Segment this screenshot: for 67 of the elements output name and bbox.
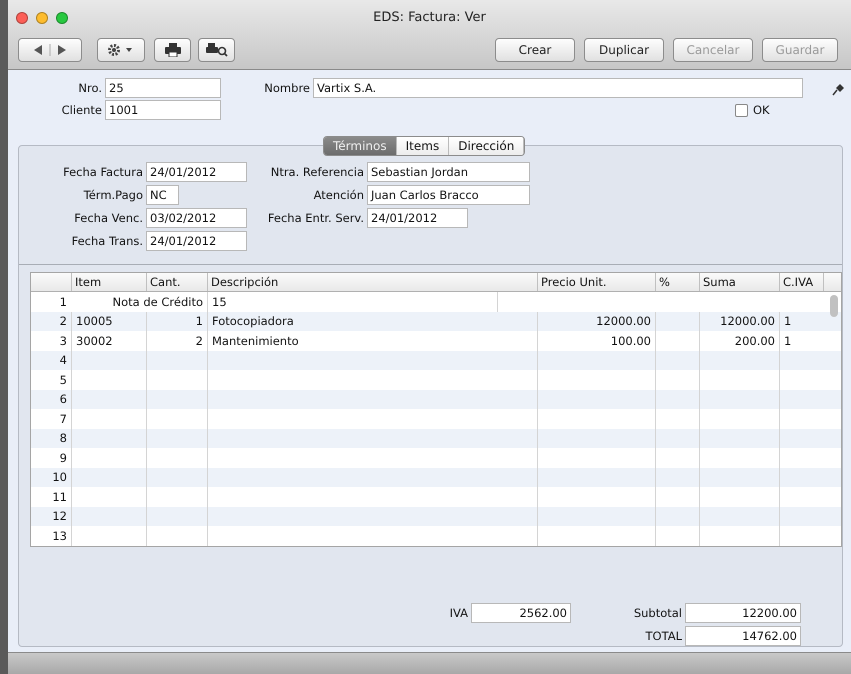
total-field[interactable]: 14762.00 — [685, 626, 801, 646]
field-label: Fecha Venc. — [73, 211, 144, 225]
toolbar-button[interactable]: Duplicar — [584, 38, 664, 62]
field-label: Fecha Entr. Serv. — [266, 211, 365, 225]
number-field[interactable]: 25 — [105, 78, 221, 98]
print-button[interactable] — [154, 38, 191, 62]
field-label: Atención — [312, 188, 365, 202]
row-number: 1 — [58, 294, 68, 311]
column-header[interactable]: Suma — [699, 273, 779, 291]
toolbar-button[interactable]: Crear — [495, 38, 575, 62]
tab[interactable]: Términos — [324, 137, 397, 155]
input-field[interactable]: 24/01/2012 — [367, 208, 468, 228]
row-number: 12 — [51, 508, 68, 526]
zoom-icon[interactable] — [56, 12, 68, 24]
field-label: Ntra. Referencia — [270, 165, 365, 179]
row-number: 6 — [58, 391, 68, 408]
row-number: 3 — [58, 332, 68, 350]
row-number: 10 — [51, 469, 68, 486]
input-field[interactable]: Juan Carlos Bracco — [367, 185, 530, 205]
input-field[interactable]: 24/01/2012 — [146, 231, 247, 251]
close-icon[interactable] — [16, 12, 28, 24]
field-label: IVA — [448, 606, 469, 620]
printer-icon — [164, 43, 180, 57]
pin-icon[interactable] — [831, 82, 845, 96]
row-number: 5 — [58, 372, 68, 389]
field-label: Fecha Factura — [62, 165, 144, 179]
field-label: Cliente — [60, 103, 103, 117]
gear-icon — [107, 43, 135, 57]
column-header[interactable]: Precio Unit. — [537, 273, 655, 291]
row-number: 11 — [51, 488, 68, 506]
field-label: Nro. — [77, 81, 103, 95]
row-number: 7 — [58, 410, 68, 428]
table-cell-text: Nota de Crédito — [111, 294, 204, 311]
column-header[interactable]: C.IVA — [779, 273, 823, 291]
input-field[interactable]: 24/01/2012 — [146, 162, 247, 182]
column-header[interactable]: % — [655, 273, 699, 291]
field-label: Subtotal — [632, 606, 683, 620]
row-number: 13 — [51, 528, 68, 545]
field-label: Nombre — [263, 81, 311, 95]
back-forward-button[interactable] — [18, 38, 82, 62]
field-label: TOTAL — [644, 628, 683, 642]
column-header[interactable]: Cant. — [146, 273, 207, 291]
ok-checkbox[interactable] — [735, 104, 748, 116]
checkbox-label: OK — [753, 103, 770, 117]
window-title: EDS: Factura: Ver — [372, 10, 487, 25]
subtotal-field[interactable]: 12200.00 — [685, 602, 801, 622]
row-number: 9 — [58, 450, 68, 467]
row-number: 2 — [58, 313, 68, 330]
input-field[interactable]: 03/02/2012 — [146, 208, 247, 228]
tab[interactable]: Dirección — [449, 137, 524, 155]
minimize-icon[interactable] — [36, 12, 48, 24]
row-number: 4 — [58, 352, 68, 370]
input-field[interactable]: Sebastian Jordan — [367, 162, 530, 182]
column-header[interactable]: Item — [71, 273, 146, 291]
field-label: Térm.Pago — [82, 188, 144, 202]
tab[interactable]: Items — [396, 137, 450, 155]
print-preview-button[interactable] — [198, 38, 235, 62]
column-header[interactable]: Descripción — [207, 273, 537, 291]
vat-field[interactable]: 2562.00 — [471, 602, 571, 622]
gear-menu-button[interactable] — [97, 38, 145, 62]
row-number: 8 — [58, 430, 68, 448]
customer-field[interactable]: 1001 — [105, 100, 221, 120]
print-preview-icon — [206, 43, 228, 57]
input-field[interactable]: NC — [146, 185, 179, 205]
field-label: Fecha Trans. — [70, 234, 144, 248]
scrollbar-thumb[interactable] — [830, 295, 838, 317]
name-field[interactable]: Vartix S.A. — [313, 78, 803, 98]
